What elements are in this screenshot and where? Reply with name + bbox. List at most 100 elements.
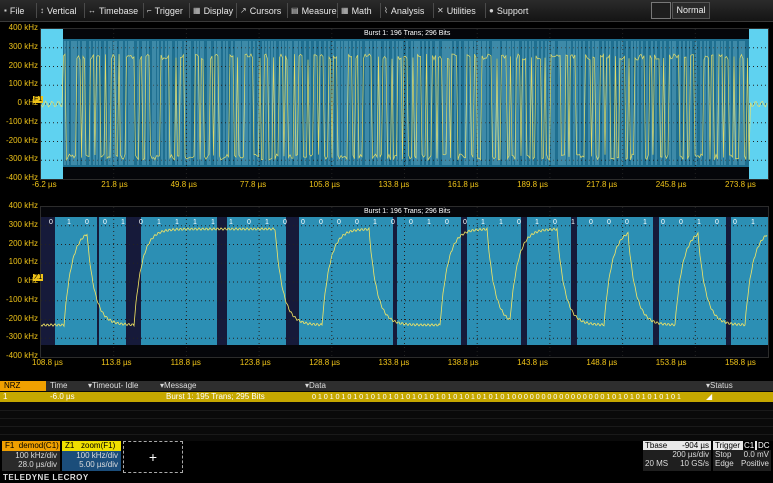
bit-label: 0 xyxy=(607,219,611,226)
y-tick-label: 200 kHz xyxy=(8,238,38,248)
nrz-header[interactable]: NRZ xyxy=(0,381,46,391)
menu-analysis[interactable]: ⌇ Analysis xyxy=(384,4,424,17)
bit-label: 0 xyxy=(625,219,629,226)
trigger-channel: C1 xyxy=(743,441,756,450)
timebase-tdiv: 200 µs/div xyxy=(672,450,709,459)
zoom-waveform-plot[interactable]: 0 1 0 0 1 0 1 1 1 1 1 0 1 0 0 0 0 0 1 0 0 1 0 0 1 1 0 1 0 1 0 0 0 1 0 0 1 0 0 1… xyxy=(40,206,769,358)
top-burst-label: Burst 1: 196 Trans; 296 Bits xyxy=(364,30,451,37)
menu-vertical[interactable]: ↕ Vertical xyxy=(40,4,77,17)
decoded-segment xyxy=(397,217,461,345)
y-tick-label: -300 kHz xyxy=(5,154,38,164)
table-header: NRZ Time ▾Timeout- Idle ▾Message ▾Data ▾… xyxy=(0,381,773,391)
bit-label: 0 xyxy=(103,219,107,226)
f1-descriptor[interactable]: F1 demod(C1) 100 kHz/div 28.0 µs/div xyxy=(2,441,60,471)
x-tick-label: 217.8 µs xyxy=(586,180,618,189)
add-trace-button[interactable]: + xyxy=(123,441,183,473)
menu-label: Measure xyxy=(301,5,337,16)
bit-label: 0 xyxy=(139,219,143,226)
bit-label: 1 xyxy=(751,219,755,226)
menu-measure[interactable]: ▤ Measure xyxy=(291,4,337,17)
trigger-mode: Stop xyxy=(715,450,732,459)
z1-descriptor[interactable]: Z1 zoom(F1) 100 kHz/div 5.00 µs/div xyxy=(62,441,121,471)
bit-label: 0 xyxy=(409,219,413,226)
menu-separator xyxy=(380,3,381,18)
support-icon: ● xyxy=(489,6,494,15)
decoded-segment xyxy=(527,217,571,345)
x-tick-label: 143.8 µs xyxy=(517,358,548,367)
menu-separator xyxy=(236,3,237,18)
bit-label: 0 xyxy=(247,219,251,226)
bit-label: 0 xyxy=(49,219,53,226)
trigger-descriptor[interactable]: Trigger C1 DC Stop 0.0 mV Edge Positive xyxy=(713,441,771,471)
math-icon: ▦ xyxy=(341,6,349,15)
descriptor-bar: F1 demod(C1) 100 kHz/div 28.0 µs/div Z1 … xyxy=(0,441,773,483)
y-tick-label: 300 kHz xyxy=(8,219,38,229)
x-tick-label: 273.8 µs xyxy=(725,180,756,189)
bit-label: 1 xyxy=(67,219,71,226)
menu-math[interactable]: ▦ Math xyxy=(341,4,372,17)
x-tick-label: 105.8 µs xyxy=(309,180,341,189)
x-tick-label: 245.8 µs xyxy=(655,180,687,189)
message-header[interactable]: ▾Message xyxy=(160,381,196,391)
data-header[interactable]: ▾Data xyxy=(305,381,326,391)
status-header[interactable]: ▾Status xyxy=(706,381,733,391)
bit-label: 0 xyxy=(85,219,89,226)
y-tick-label: -100 kHz xyxy=(5,294,38,304)
x-tick-label: 138.8 µs xyxy=(447,358,479,367)
menu-label: Timebase xyxy=(99,5,139,16)
z1-tdiv: 5.00 µs/div xyxy=(79,460,118,469)
menu-trigger[interactable]: ⌐ Trigger xyxy=(147,4,183,17)
menu-label: Vertical xyxy=(47,5,77,16)
menu-file[interactable]: ▪ File xyxy=(4,4,24,17)
z1-label: zoom(F1) xyxy=(81,441,116,450)
menu-separator xyxy=(433,3,434,18)
bit-label: 0 xyxy=(553,219,557,226)
menu-cursors[interactable]: ↗ Cursors xyxy=(240,4,281,17)
bit-label: 1 xyxy=(121,219,125,226)
bit-label: 1 xyxy=(229,219,233,226)
decoded-segment xyxy=(467,217,521,345)
decode-table: NRZ Time ▾Timeout- Idle ▾Message ▾Data ▾… xyxy=(0,381,773,441)
timeout-header[interactable]: ▾Timeout- Idle xyxy=(88,381,138,391)
measure-icon: ▤ xyxy=(291,6,299,15)
timeout-header-label: Timeout- Idle xyxy=(92,381,139,390)
trigger-title: Trigger xyxy=(715,441,741,450)
bit-label: 0 xyxy=(463,219,467,226)
x-tick-label: 108.8 µs xyxy=(32,358,63,367)
z1-vdiv: 100 kHz/div xyxy=(76,451,118,460)
f1-label: demod(C1) xyxy=(18,441,59,450)
row-status: ◢ xyxy=(706,392,713,401)
top-waveform-plot[interactable]: Burst 1: 196 Trans; 296 Bits xyxy=(40,28,769,180)
timebase-descriptor[interactable]: Tbase -904 µs 200 µs/div 20 MS 10 GS/s xyxy=(643,441,711,471)
bit-label: 1 xyxy=(481,219,485,226)
file-icon: ▪ xyxy=(4,6,7,15)
empty-row xyxy=(0,419,773,427)
bit-label: 1 xyxy=(535,219,539,226)
bit-label: 1 xyxy=(193,219,197,226)
x-tick-label: 123.8 µs xyxy=(239,358,271,367)
menu-timebase[interactable]: ↔ Timebase xyxy=(88,4,138,17)
y-tick-label: -100 kHz xyxy=(5,116,38,126)
bit-label: 1 xyxy=(499,219,503,226)
status-header-label: Status xyxy=(710,381,733,390)
bit-label: 1 xyxy=(265,219,269,226)
bit-label: 0 xyxy=(679,219,683,226)
y-tick-label: -200 kHz xyxy=(5,313,38,323)
menu-utilities[interactable]: ✕ Utilities xyxy=(437,4,476,17)
menu-label: Cursors xyxy=(249,5,282,16)
y-tick-label: 300 kHz xyxy=(8,41,38,51)
mode-button[interactable]: Normal xyxy=(672,2,710,19)
bit-label: 1 xyxy=(571,219,575,226)
x-tick-label: 118.8 µs xyxy=(170,358,201,367)
utilities-icon: ✕ xyxy=(437,6,444,15)
menu-label: Utilities xyxy=(446,5,476,16)
menu-support[interactable]: ● Support xyxy=(489,4,528,17)
menu-separator xyxy=(287,3,288,18)
menu-label: Support xyxy=(496,5,529,16)
menu-separator xyxy=(143,3,144,18)
table-row[interactable]: 1 -6.0 µs Burst 1: 195 Trans; 295 Bits 0… xyxy=(0,392,773,402)
menu-display[interactable]: ▦ Display xyxy=(193,4,233,17)
time-header[interactable]: Time xyxy=(50,381,67,391)
menu-separator xyxy=(189,3,190,18)
display-mode-icon[interactable] xyxy=(651,2,671,19)
